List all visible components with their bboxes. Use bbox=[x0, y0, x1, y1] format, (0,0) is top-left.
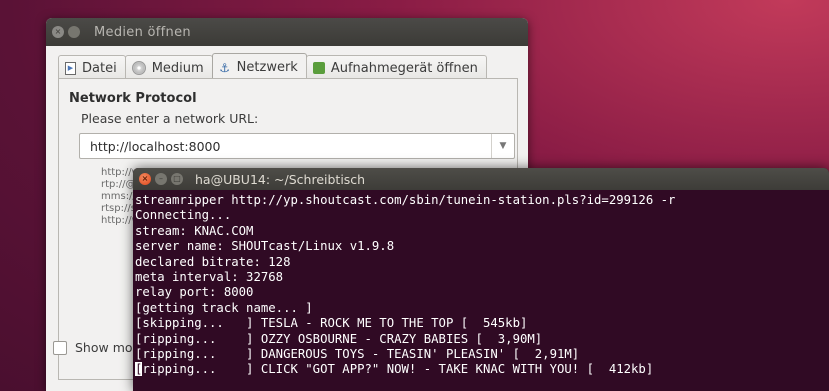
terminal-line: relay port: 8000 bbox=[135, 285, 254, 300]
tab-netzwerk[interactable]: ⚓ Netzwerk bbox=[211, 53, 307, 81]
capture-card-icon bbox=[312, 62, 325, 74]
minimize-icon[interactable] bbox=[68, 26, 80, 38]
close-icon[interactable]: × bbox=[139, 173, 151, 185]
tab-label: Datei bbox=[82, 60, 117, 76]
terminal-window[interactable]: × – □ ha@UBU14: ~/Schreibtisch streamrip… bbox=[133, 168, 829, 391]
terminal-line: Connecting... bbox=[135, 208, 232, 223]
terminal-line-text: ripping... ] CLICK "GOT APP?" NOW! - TAK… bbox=[142, 362, 654, 377]
chevron-down-icon[interactable]: ▼ bbox=[491, 134, 514, 158]
close-icon[interactable]: × bbox=[52, 26, 64, 38]
terminal-line: meta interval: 32768 bbox=[135, 270, 284, 285]
disc-icon bbox=[131, 61, 146, 75]
tab-label: Netzwerk bbox=[236, 60, 298, 75]
url-prompt-label: Please enter a network URL: bbox=[81, 111, 259, 126]
tab-label: Aufnahmegerät öffnen bbox=[330, 60, 478, 76]
file-icon: ▶ bbox=[65, 61, 76, 75]
network-url-input[interactable]: http://localhost:8000 bbox=[80, 139, 491, 154]
network-icon: ⚓ bbox=[219, 60, 231, 75]
tab-capture-device[interactable]: Aufnahmegerät öffnen bbox=[305, 55, 487, 80]
terminal-titlebar[interactable]: × – □ ha@UBU14: ~/Schreibtisch bbox=[133, 168, 829, 190]
show-more-checkbox[interactable] bbox=[53, 340, 67, 355]
terminal-output[interactable]: streamripper http://yp.shoutcast.com/sbi… bbox=[133, 190, 829, 378]
terminal-line: streamripper http://yp.shoutcast.com/sbi… bbox=[135, 193, 676, 207]
terminal-line: [ripping... ] DANGEROUS TOYS - TEASIN' P… bbox=[135, 347, 580, 362]
terminal-title: ha@UBU14: ~/Schreibtisch bbox=[195, 171, 366, 187]
tab-datei[interactable]: ▶ Datei bbox=[58, 55, 126, 80]
tab-bar: ▶ Datei Medium ⚓ Netzwerk Aufnahmegerät … bbox=[58, 53, 487, 81]
show-more-options[interactable]: Show mor bbox=[53, 340, 138, 355]
terminal-line: [getting track name... ] bbox=[135, 300, 313, 315]
maximize-icon[interactable]: □ bbox=[171, 173, 183, 185]
terminal-line: server name: SHOUTcast/Linux v1.9.8 bbox=[135, 239, 395, 254]
dialog-titlebar: × Medien öffnen bbox=[46, 18, 528, 46]
show-more-label: Show mor bbox=[75, 340, 138, 355]
tab-label: Medium bbox=[151, 60, 204, 76]
terminal-line: [ripping... ] CLICK "GOT APP?" NOW! - TA… bbox=[135, 362, 829, 377]
network-protocol-heading: Network Protocol bbox=[69, 91, 197, 106]
minimize-icon[interactable]: – bbox=[155, 173, 167, 185]
tab-medium[interactable]: Medium bbox=[124, 55, 213, 80]
terminal-line: declared bitrate: 128 bbox=[135, 254, 291, 269]
terminal-line: [skipping... ] TESLA - ROCK ME TO THE TO… bbox=[135, 316, 528, 331]
terminal-line: stream: KNAC.COM bbox=[135, 223, 254, 238]
terminal-line: [ripping... ] OZZY OSBOURNE - CRAZY BABI… bbox=[135, 331, 543, 346]
network-url-combobox[interactable]: http://localhost:8000 ▼ bbox=[79, 133, 515, 159]
dialog-title: Medien öffnen bbox=[94, 24, 191, 40]
